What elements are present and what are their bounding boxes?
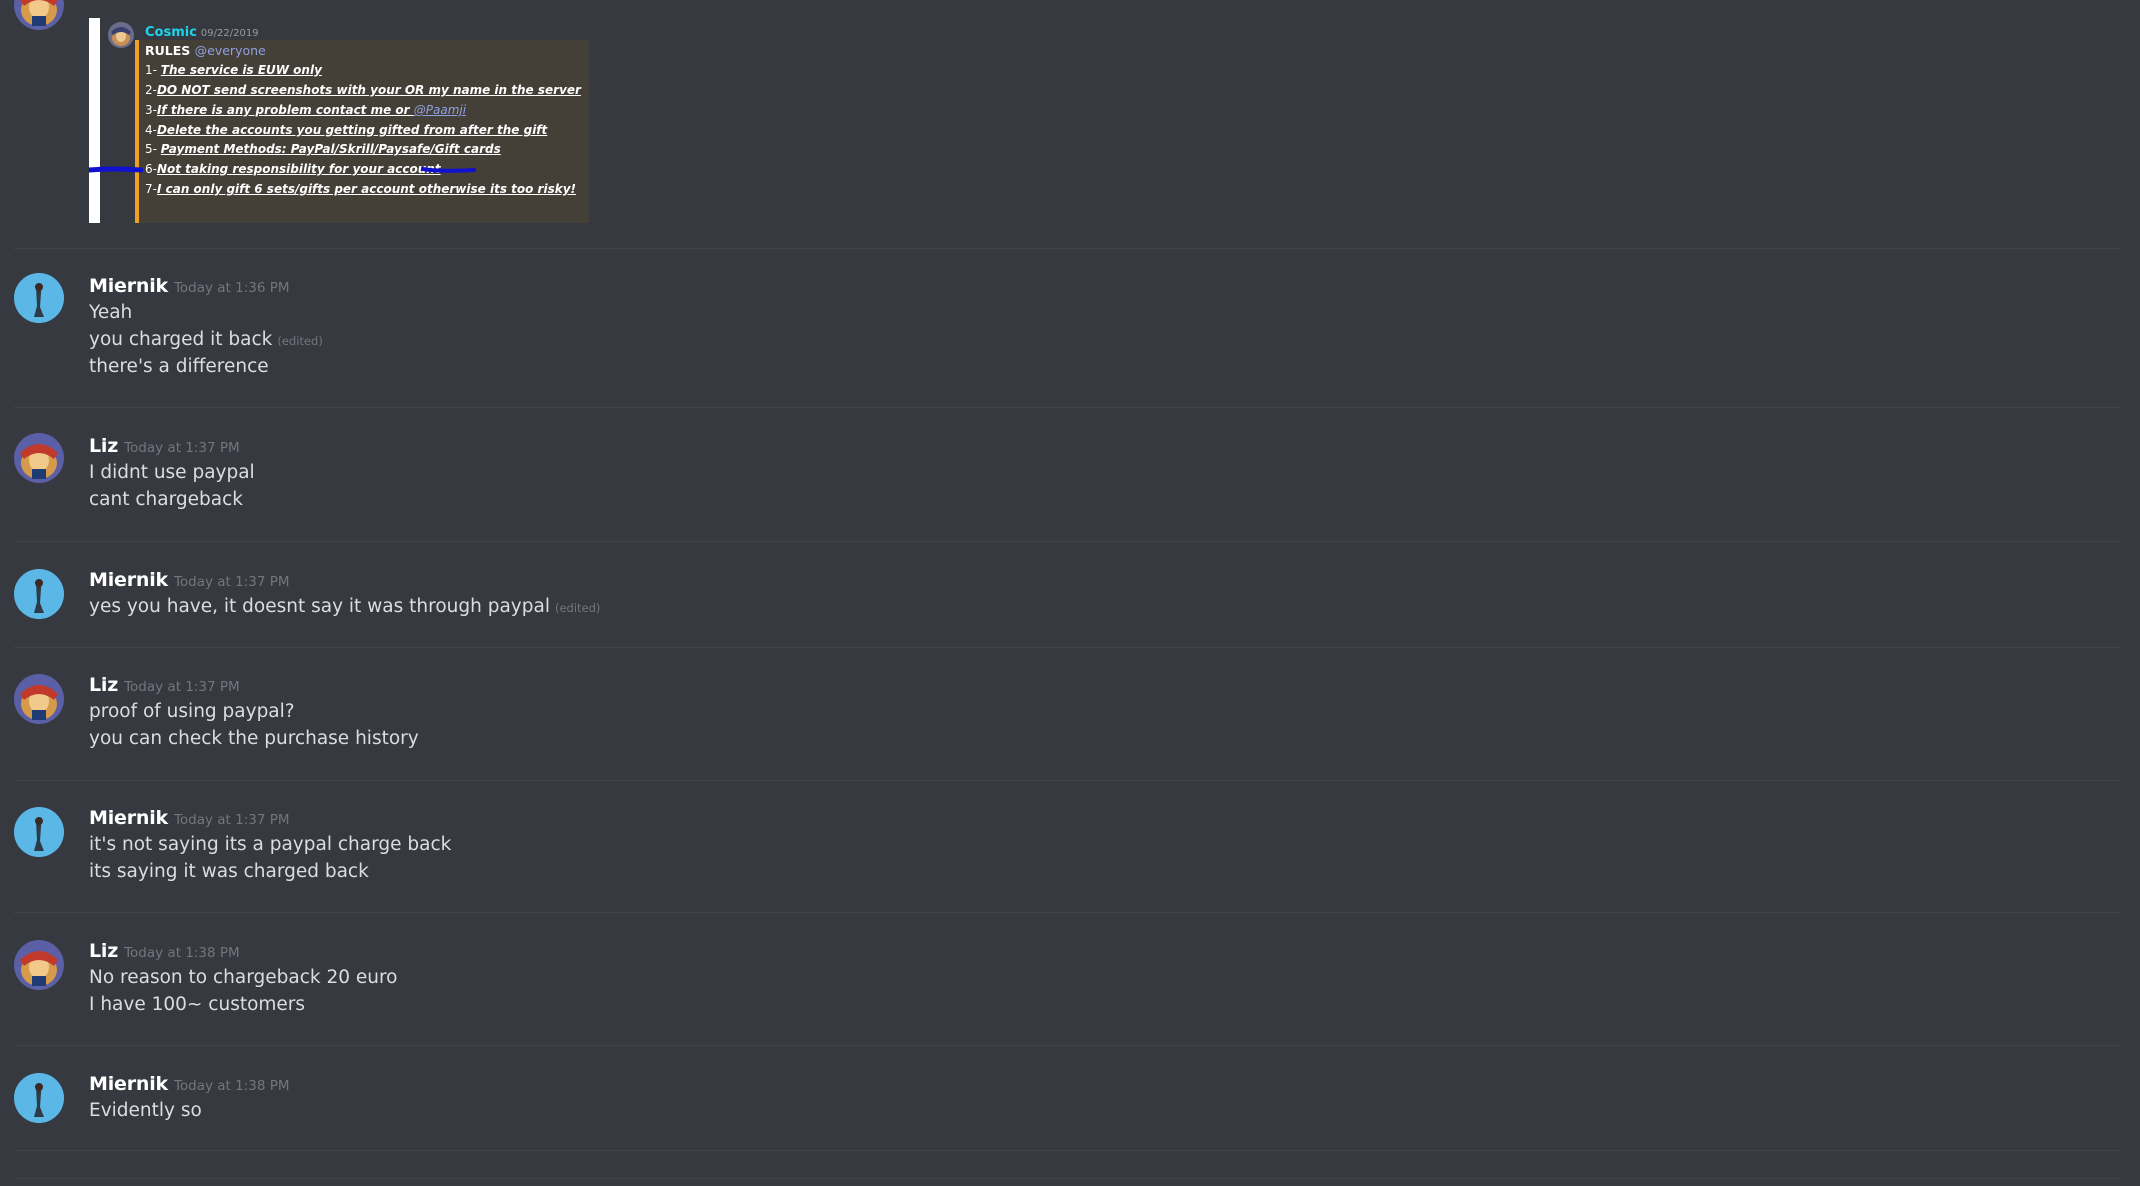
chat-messages: Cosmic 09/22/2019 RULES @everyone 1- The … (0, 0, 2140, 1186)
embedded-screenshot[interactable]: Cosmic 09/22/2019 RULES @everyone 1- The … (89, 18, 589, 223)
avatar-miernik[interactable] (14, 807, 64, 857)
message-divider (14, 248, 2120, 249)
rule-item: 1- The service is EUW only (145, 63, 322, 77)
author-name[interactable]: Miernik (89, 275, 168, 297)
message-divider (14, 407, 2120, 408)
message-header: Miernik Today at 1:38 PM (89, 1073, 290, 1095)
avatar-miernik[interactable] (14, 1073, 64, 1123)
message-text-content: there's a difference (89, 356, 269, 377)
message-text: I have 100~ customers (89, 994, 305, 1015)
message-timestamp[interactable]: Today at 1:36 PM (174, 280, 290, 296)
rule-item: 4-Delete the accounts you getting gifted… (145, 123, 547, 137)
message-divider (14, 1045, 2120, 1046)
message-timestamp[interactable]: Today at 1:37 PM (174, 574, 290, 590)
embed-date: 09/22/2019 (200, 28, 259, 39)
paamji-mention[interactable]: @Paamji (414, 103, 466, 117)
author-name[interactable]: Liz (89, 435, 118, 457)
message-text: there's a difference (89, 356, 269, 377)
avatar-miernik[interactable] (14, 569, 64, 619)
embed-author[interactable]: Cosmic (145, 25, 197, 40)
message-timestamp[interactable]: Today at 1:37 PM (174, 812, 290, 828)
author-name[interactable]: Liz (89, 674, 118, 696)
author-name[interactable]: Miernik (89, 807, 168, 829)
message-header: Liz Today at 1:38 PM (89, 940, 240, 962)
rule-text: I can only gift 6 sets/gifts per account… (156, 182, 576, 196)
message-text-content: proof of using paypal? (89, 701, 295, 722)
author-name[interactable]: Liz (89, 940, 118, 962)
rule-item: 6-Not taking responsibility for your acc… (145, 162, 441, 176)
message-text: I didnt use paypal (89, 462, 255, 483)
message-text-content: I didnt use paypal (89, 462, 255, 483)
message-text: Evidently so (89, 1100, 202, 1121)
message-divider (14, 541, 2120, 542)
rules-title-text: RULES (145, 43, 191, 58)
message-timestamp[interactable]: Today at 1:38 PM (124, 945, 240, 961)
avatar-liz[interactable] (14, 674, 64, 724)
message-text-content: Evidently so (89, 1100, 202, 1121)
rule-text: Payment Methods: PayPal/Skrill/Paysafe/G… (160, 142, 501, 156)
rules-title: RULES @everyone (145, 43, 266, 58)
message-text-content: its saying it was charged back (89, 861, 369, 882)
rule-text: The service is EUW only (160, 63, 322, 77)
message-text-content: No reason to chargeback 20 euro (89, 967, 398, 988)
message-timestamp[interactable]: Today at 1:38 PM (174, 1078, 290, 1094)
rule-item: 5- Payment Methods: PayPal/Skrill/Paysaf… (145, 142, 501, 156)
rule-number: 7- (145, 182, 157, 196)
avatar-cosmic (108, 22, 134, 48)
embed-side-bar (89, 18, 100, 223)
message-text: you charged it back (edited) (89, 329, 323, 350)
message-timestamp[interactable]: Today at 1:37 PM (124, 440, 240, 456)
message-text: you can check the purchase history (89, 728, 419, 749)
message-text: it's not saying its a paypal charge back (89, 834, 451, 855)
rule-number: 4- (145, 123, 157, 137)
message-divider (14, 912, 2120, 913)
avatar-liz[interactable] (14, 0, 64, 30)
rule-number: 6- (145, 162, 157, 176)
message-header: Miernik Today at 1:37 PM (89, 569, 290, 591)
message-text: Yeah (89, 302, 132, 323)
rule-number: 3- (145, 103, 157, 117)
message-text: its saying it was charged back (89, 861, 369, 882)
rule-item: 7-I can only gift 6 sets/gifts per accou… (145, 182, 576, 196)
message-text-content: you can check the purchase history (89, 728, 419, 749)
message-header: Liz Today at 1:37 PM (89, 435, 240, 457)
message-header: Liz Today at 1:37 PM (89, 674, 240, 696)
message-text-content: Yeah (89, 302, 133, 323)
message-text-content: you charged it back (89, 329, 273, 350)
message-text: cant chargeback (89, 489, 243, 510)
author-name[interactable]: Miernik (89, 569, 168, 591)
message-text: No reason to chargeback 20 euro (89, 967, 398, 988)
avatar-liz[interactable] (14, 433, 64, 483)
message-text-content: yes you have, it doesnt say it was throu… (89, 596, 550, 617)
message-divider (14, 1150, 2120, 1151)
rule-number: 5- (145, 142, 161, 156)
rule-number: 2- (145, 83, 157, 97)
edited-label: (edited) (277, 334, 323, 348)
rule-item: 2-DO NOT send screenshots with your OR m… (145, 83, 581, 97)
message-timestamp[interactable]: Today at 1:37 PM (124, 679, 240, 695)
message-divider (14, 647, 2120, 648)
embed-header: Cosmic 09/22/2019 (145, 21, 259, 40)
message-header: Miernik Today at 1:37 PM (89, 807, 290, 829)
message-divider (14, 780, 2120, 781)
rule-text: Not taking responsibility for your accou… (156, 162, 441, 176)
message-text: yes you have, it doesnt say it was throu… (89, 596, 600, 617)
message-text-content: it's not saying its a paypal charge back (89, 834, 452, 855)
edited-label: (edited) (554, 601, 601, 615)
everyone-mention[interactable]: @everyone (195, 43, 266, 58)
message-text-content: I have 100~ customers (89, 994, 306, 1015)
message-text: proof of using paypal? (89, 701, 295, 722)
message-divider (14, 1178, 2120, 1179)
message-text-content: cant chargeback (89, 489, 243, 510)
rules-accent-bar (135, 40, 139, 223)
rule-item: 3-If there is any problem contact me or … (145, 103, 466, 117)
avatar-liz[interactable] (14, 940, 64, 990)
avatar-miernik[interactable] (14, 273, 64, 323)
author-name[interactable]: Miernik (89, 1073, 168, 1095)
rule-number: 1- (145, 63, 161, 77)
rule-text: If there is any problem contact me or (156, 103, 414, 117)
rule-text: DO NOT send screenshots with your OR my … (156, 83, 581, 97)
rule-text: Delete the accounts you getting gifted f… (156, 123, 548, 137)
message-header: Miernik Today at 1:36 PM (89, 275, 290, 297)
